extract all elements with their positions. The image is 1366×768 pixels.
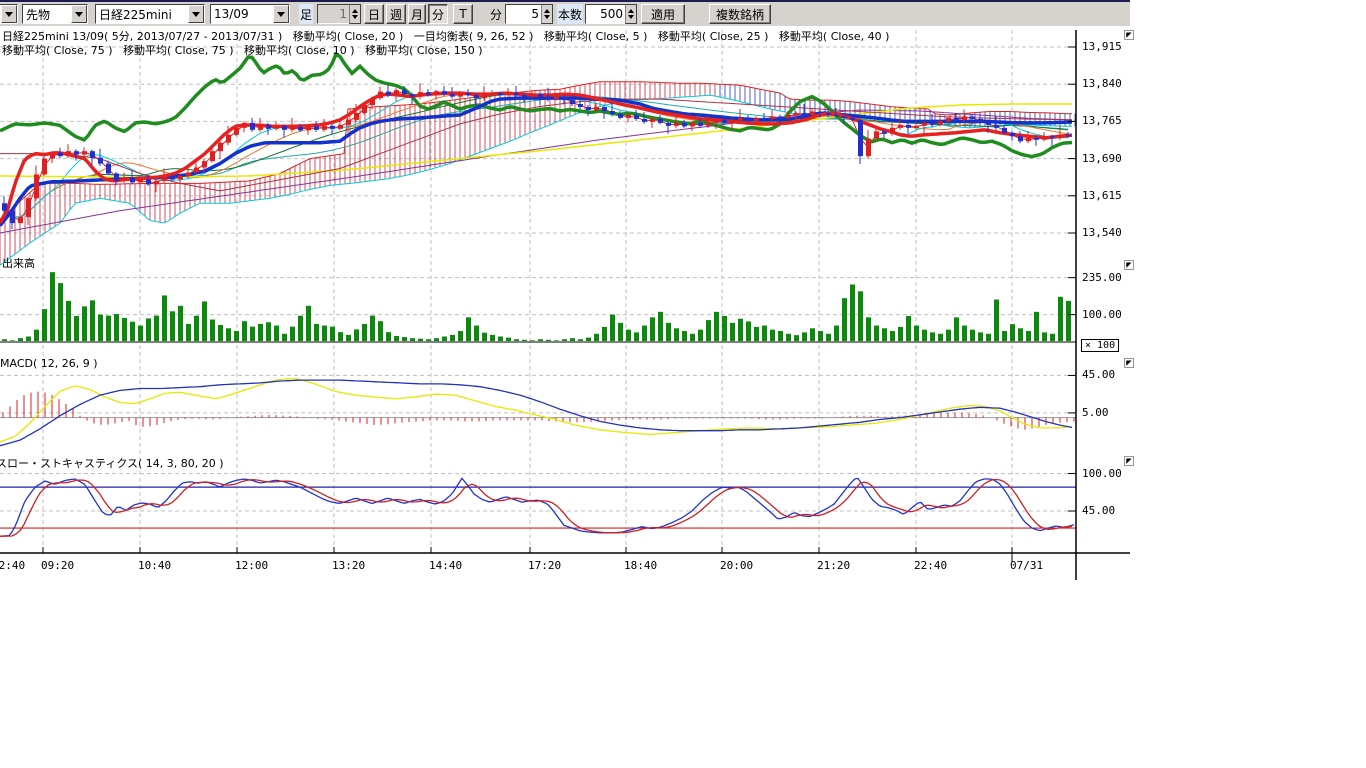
bar-count-label: 本数 <box>557 4 583 24</box>
price-axis-label: 13,915 <box>1082 40 1122 53</box>
bar-interval-value: 1 <box>317 4 349 24</box>
stoch-panel-scale-button[interactable]: ◤ <box>1124 456 1134 466</box>
chevron-down-icon[interactable] <box>71 5 87 23</box>
time-axis-label: 17:20 <box>528 559 561 572</box>
spinner-icon[interactable] <box>541 4 553 24</box>
time-axis-label: 18:40 <box>624 559 657 572</box>
time-axis-label: 12:00 <box>235 559 268 572</box>
period-week-button[interactable]: 週 <box>386 4 406 24</box>
legend-line-2: 移動平均( Close, 75 ) 移動平均( Close, 75 ) 移動平均… <box>2 42 483 58</box>
period-day-button[interactable]: 日 <box>364 4 384 24</box>
macd-axis-label: 45.00 <box>1082 368 1115 381</box>
stoch-axis-label: 45.00 <box>1082 504 1115 517</box>
time-axis-label: 21:20 <box>817 559 850 572</box>
macd-panel-label: MACD( 12, 26, 9 ) <box>0 357 98 370</box>
category-combo-value: 先物 <box>23 6 71 23</box>
trading-app-window: 先物 日経225mini 13/09 足 1 日 週 月 分 T 分 5 本数 … <box>0 0 1366 768</box>
period-month-button[interactable]: 月 <box>408 4 426 24</box>
price-axis-label: 13,690 <box>1082 152 1122 165</box>
chevron-down-icon[interactable] <box>273 5 289 23</box>
time-axis-label: 14:40 <box>429 559 462 572</box>
time-axis-label: 10:40 <box>138 559 171 572</box>
bar-count-value: 500 <box>585 4 625 24</box>
spinner-icon[interactable] <box>349 4 361 24</box>
time-axis-label: 02:40 <box>0 559 25 572</box>
volume-axis-label: 235.00 <box>1082 271 1122 284</box>
period-tick-button[interactable]: T <box>453 4 473 24</box>
volume-scale-badge: × 100 <box>1081 339 1119 352</box>
stoch-panel-label: スロー・ストキャスティクス( 14, 3, 80, 20 ) <box>0 455 224 471</box>
period-minute-button[interactable]: 分 <box>428 4 448 24</box>
price-panel-scale-button[interactable]: ◤ <box>1124 30 1134 40</box>
toolbar: 先物 日経225mini 13/09 足 1 日 週 月 分 T 分 5 本数 … <box>0 2 1130 27</box>
price-axis-label: 13,615 <box>1082 189 1122 202</box>
price-axis-label: 13,765 <box>1082 114 1122 127</box>
contract-month-combo-value: 13/09 <box>211 7 273 21</box>
time-axis-label: 20:00 <box>720 559 753 572</box>
chart-canvas <box>0 26 1160 606</box>
macd-axis-label: 5.00 <box>1082 406 1109 419</box>
time-axis-label: 13:20 <box>332 559 365 572</box>
volume-axis-label: 100.00 <box>1082 308 1122 321</box>
bar-count-stepper[interactable]: 500 <box>585 4 637 24</box>
category-combo[interactable]: 先物 <box>22 4 88 24</box>
macd-panel-scale-button[interactable]: ◤ <box>1124 358 1134 368</box>
volume-panel-label: 出来高 <box>2 255 35 271</box>
chevron-down-icon[interactable] <box>188 5 204 23</box>
symbol-combo-value: 日経225mini <box>96 6 188 23</box>
stoch-axis-label: 100.00 <box>1082 467 1122 480</box>
time-axis-label: 22:40 <box>914 559 947 572</box>
price-axis-label: 13,540 <box>1082 226 1122 239</box>
minute-stepper[interactable]: 5 <box>505 4 553 24</box>
volume-panel-scale-button[interactable]: ◤ <box>1124 260 1134 270</box>
bar-type-label: 足 <box>299 4 313 24</box>
spinner-icon[interactable] <box>625 4 637 24</box>
chevron-down-icon[interactable] <box>1 5 17 23</box>
symbol-combo[interactable]: 日経225mini <box>95 4 205 24</box>
price-axis-label: 13,840 <box>1082 77 1122 90</box>
apply-button[interactable]: 適用 <box>641 4 685 24</box>
multi-symbol-button[interactable]: 複数銘柄 <box>709 4 771 24</box>
bar-interval-stepper[interactable]: 1 <box>317 4 361 24</box>
minute-value: 5 <box>505 4 541 24</box>
time-axis-label: 09:20 <box>41 559 74 572</box>
contract-month-combo[interactable]: 13/09 <box>210 4 290 24</box>
time-axis-label: 07/31 <box>1010 559 1043 572</box>
chart-area: 日経225mini 13/09( 5分, 2013/07/27 - 2013/0… <box>0 26 1160 606</box>
minute-label: 分 <box>489 4 503 24</box>
hidden-combo[interactable] <box>0 4 18 24</box>
